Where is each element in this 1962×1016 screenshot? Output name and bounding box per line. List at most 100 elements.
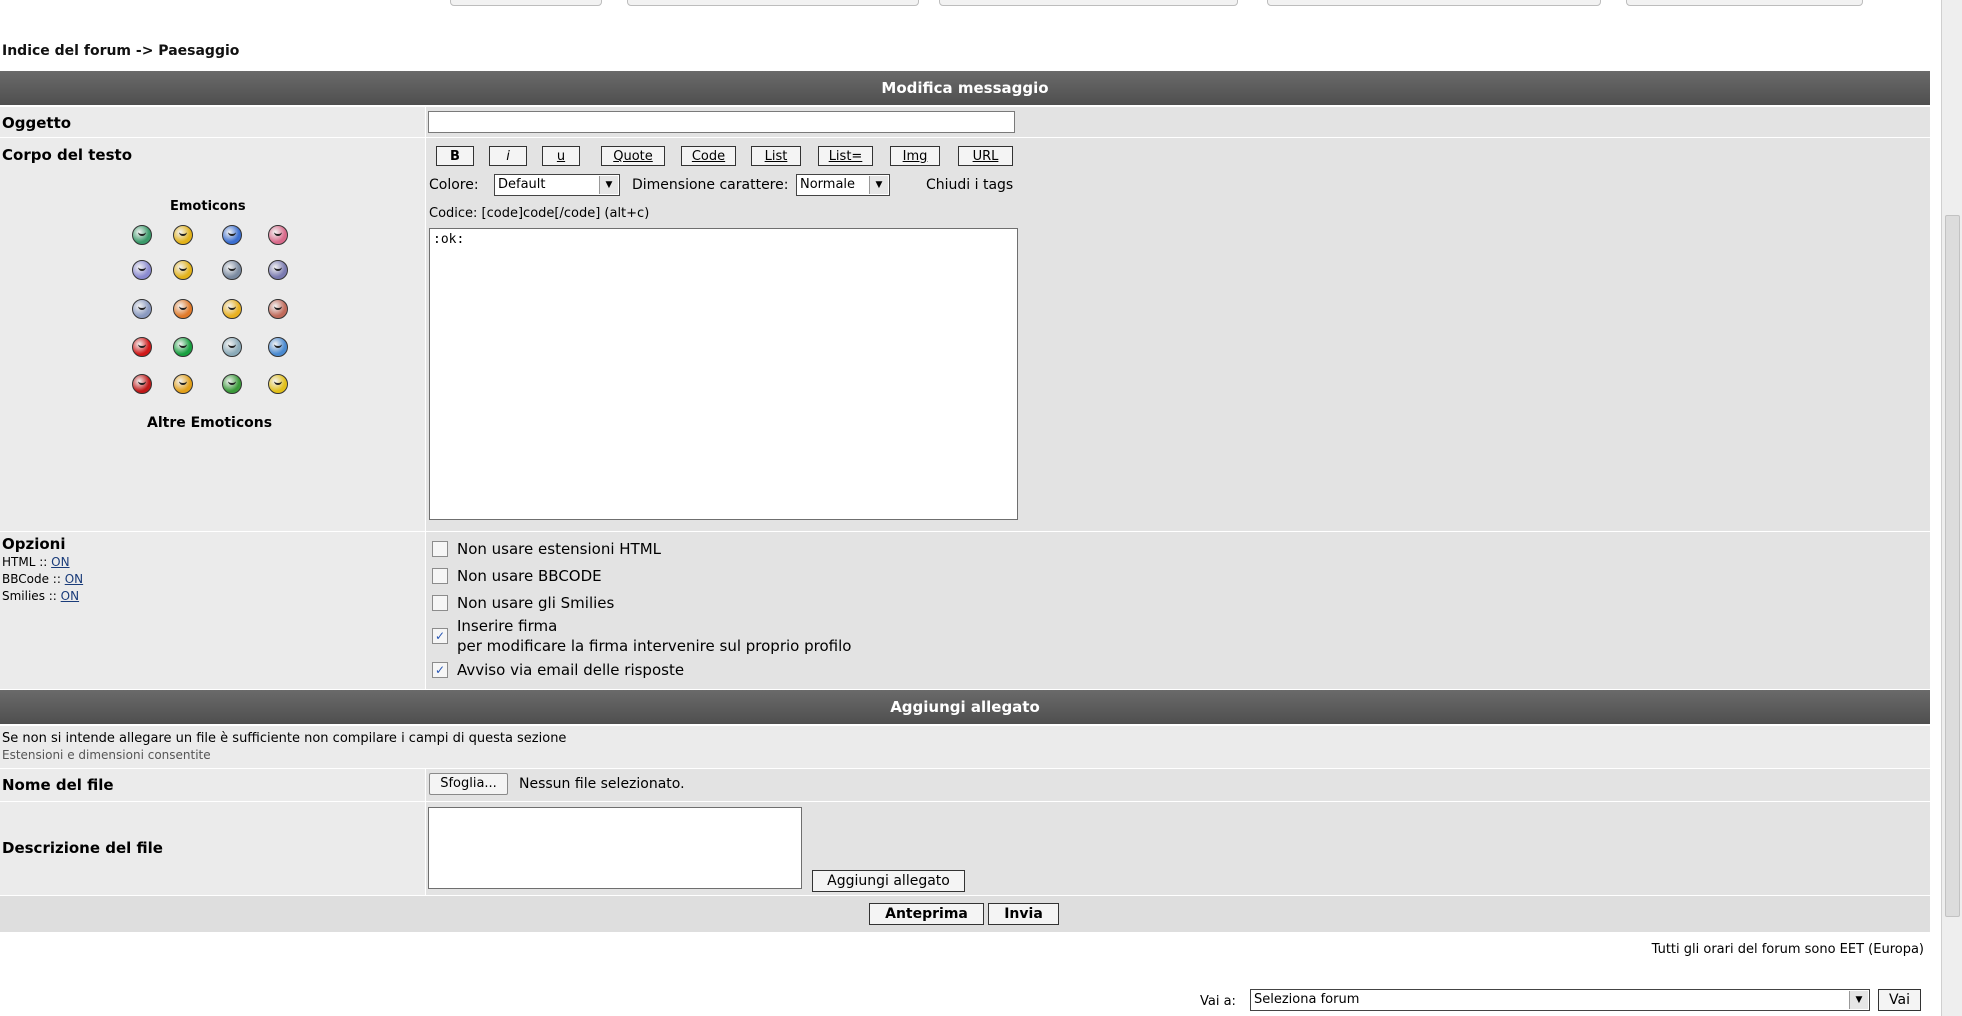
subject-input[interactable] — [428, 111, 1015, 133]
attachment-info: Se non si intende allegare un file è suf… — [2, 731, 567, 746]
more-emoticons-link[interactable]: Altre Emoticons — [147, 415, 272, 431]
add-attachment-button[interactable]: Aggiungi allegato — [812, 870, 965, 892]
signature-hint: per modificare la firma intervenire sul … — [457, 637, 852, 655]
html-status-link[interactable]: ON — [51, 555, 69, 569]
email-notify-checkbox[interactable]: ✓ — [432, 662, 448, 678]
top-button[interactable] — [1626, 0, 1863, 6]
emoticon-icon[interactable] — [132, 337, 152, 357]
options-row: Opzioni HTML :: ON BBCode :: ON Smilies … — [0, 531, 1930, 689]
body-label: Corpo del testo — [2, 146, 132, 164]
emoticon-icon[interactable] — [173, 374, 193, 394]
scrollbar-thumb[interactable] — [1945, 215, 1960, 917]
subject-label: Oggetto — [2, 114, 72, 132]
submit-button[interactable]: Invia — [988, 903, 1059, 925]
top-button[interactable] — [450, 0, 602, 6]
emoticon-icon[interactable] — [173, 225, 193, 245]
emoticon-icon[interactable] — [222, 260, 242, 280]
html-status-label: HTML :: — [2, 555, 48, 569]
chevron-down-icon: ▼ — [599, 176, 618, 194]
bbcode-hint: Codice: [code]code[/code] (alt+c) — [429, 206, 650, 221]
disable-html-checkbox[interactable] — [432, 541, 448, 557]
bbcode-status-link[interactable]: ON — [65, 572, 83, 586]
message-textarea[interactable] — [429, 228, 1018, 520]
attach-signature-checkbox[interactable]: ✓ — [432, 628, 448, 644]
subject-row: Oggetto — [0, 106, 1930, 137]
go-button[interactable]: Vai — [1878, 989, 1921, 1011]
filename-cell: Sfoglia... Nessun file selezionato. — [425, 769, 1930, 801]
breadcrumb[interactable]: Indice del forum -> Paesaggio — [2, 43, 239, 59]
emoticon-icon[interactable] — [222, 374, 242, 394]
font-size-select-value: Normale — [800, 177, 856, 192]
html-status: HTML :: ON — [2, 555, 70, 569]
smilies-status-label: Smilies :: — [2, 589, 57, 603]
filename-label: Nome del file — [2, 776, 114, 794]
emoticon-icon[interactable] — [222, 225, 242, 245]
emoticons-title: Emoticons — [170, 199, 246, 214]
code-button[interactable]: Code — [681, 146, 736, 166]
timezone-info: Tutti gli orari del forum sono EET (Euro… — [1651, 942, 1924, 957]
chevron-down-icon: ▼ — [1849, 991, 1868, 1009]
url-button[interactable]: URL — [958, 146, 1013, 166]
file-description-cell: Aggiungi allegato — [425, 802, 1930, 895]
file-description-label: Descrizione del file — [2, 839, 163, 857]
emoticon-icon[interactable] — [132, 260, 152, 280]
file-description-row: Descrizione del file Aggiungi allegato — [0, 801, 1930, 895]
emoticon-icon[interactable] — [268, 299, 288, 319]
emoticon-icon[interactable] — [173, 260, 193, 280]
disable-smilies-label: Non usare gli Smilies — [457, 594, 615, 612]
edit-message-header: Modifica messaggio — [0, 71, 1930, 105]
jump-select-value: Seleziona forum — [1254, 992, 1360, 1007]
font-size-select[interactable]: Normale ▼ — [796, 174, 890, 196]
top-button[interactable] — [627, 0, 919, 6]
email-notify-label: Avviso via email delle risposte — [457, 661, 685, 679]
file-description-textarea[interactable] — [428, 807, 802, 889]
list-ordered-button[interactable]: List= — [818, 146, 873, 166]
img-button[interactable]: Img — [890, 146, 940, 166]
emoticon-icon[interactable] — [173, 337, 193, 357]
quote-button[interactable]: Quote — [601, 146, 665, 166]
emoticon-icon[interactable] — [132, 374, 152, 394]
filename-row: Nome del file Sfoglia... Nessun file sel… — [0, 768, 1930, 801]
emoticon-icon[interactable] — [268, 337, 288, 357]
jump-label: Vai a: — [1200, 994, 1236, 1009]
disable-html-label: Non usare estensioni HTML — [457, 540, 662, 558]
color-label: Colore: — [429, 177, 479, 193]
disable-bbcode-checkbox[interactable] — [432, 568, 448, 584]
smilies-status: Smilies :: ON — [2, 589, 79, 603]
subject-cell — [425, 107, 1930, 137]
emoticon-icon[interactable] — [132, 299, 152, 319]
jump-select[interactable]: Seleziona forum ▼ — [1250, 989, 1870, 1011]
top-button[interactable] — [1267, 0, 1601, 6]
emoticon-icon[interactable] — [268, 260, 288, 280]
emoticon-icon[interactable] — [222, 299, 242, 319]
emoticon-icon[interactable] — [268, 225, 288, 245]
attachment-header: Aggiungi allegato — [0, 690, 1930, 724]
extensions-link[interactable]: Estensioni e dimensioni consentite — [2, 748, 211, 762]
emoticon-icon[interactable] — [173, 299, 193, 319]
emoticon-icon[interactable] — [268, 374, 288, 394]
page-scrollbar[interactable] — [1941, 0, 1962, 1016]
disable-smilies-checkbox[interactable] — [432, 595, 448, 611]
color-select-value: Default — [498, 177, 546, 192]
bbcode-status-label: BBCode :: — [2, 572, 61, 586]
bold-button[interactable]: B — [436, 146, 474, 166]
no-file-text: Nessun file selezionato. — [519, 776, 685, 792]
chevron-down-icon: ▼ — [869, 176, 888, 194]
smilies-status-link[interactable]: ON — [61, 589, 79, 603]
attachment-info-row: Se non si intende allegare un file è suf… — [0, 725, 1930, 768]
emoticon-icon[interactable] — [132, 225, 152, 245]
bbcode-status: BBCode :: ON — [2, 572, 83, 586]
underline-button[interactable]: u — [542, 146, 580, 166]
emoticon-icon[interactable] — [222, 337, 242, 357]
color-select[interactable]: Default ▼ — [494, 174, 620, 196]
options-label: Opzioni — [2, 535, 66, 553]
preview-button[interactable]: Anteprima — [869, 903, 984, 925]
font-size-label: Dimensione carattere: — [632, 177, 789, 193]
actions-row: Anteprima Invia — [0, 895, 1930, 932]
browse-button[interactable]: Sfoglia... — [429, 773, 508, 795]
top-button[interactable] — [939, 0, 1238, 6]
close-tags-link[interactable]: Chiudi i tags — [926, 177, 1013, 193]
italic-button[interactable]: i — [489, 146, 527, 166]
disable-bbcode-label: Non usare BBCODE — [457, 567, 602, 585]
list-button[interactable]: List — [751, 146, 801, 166]
